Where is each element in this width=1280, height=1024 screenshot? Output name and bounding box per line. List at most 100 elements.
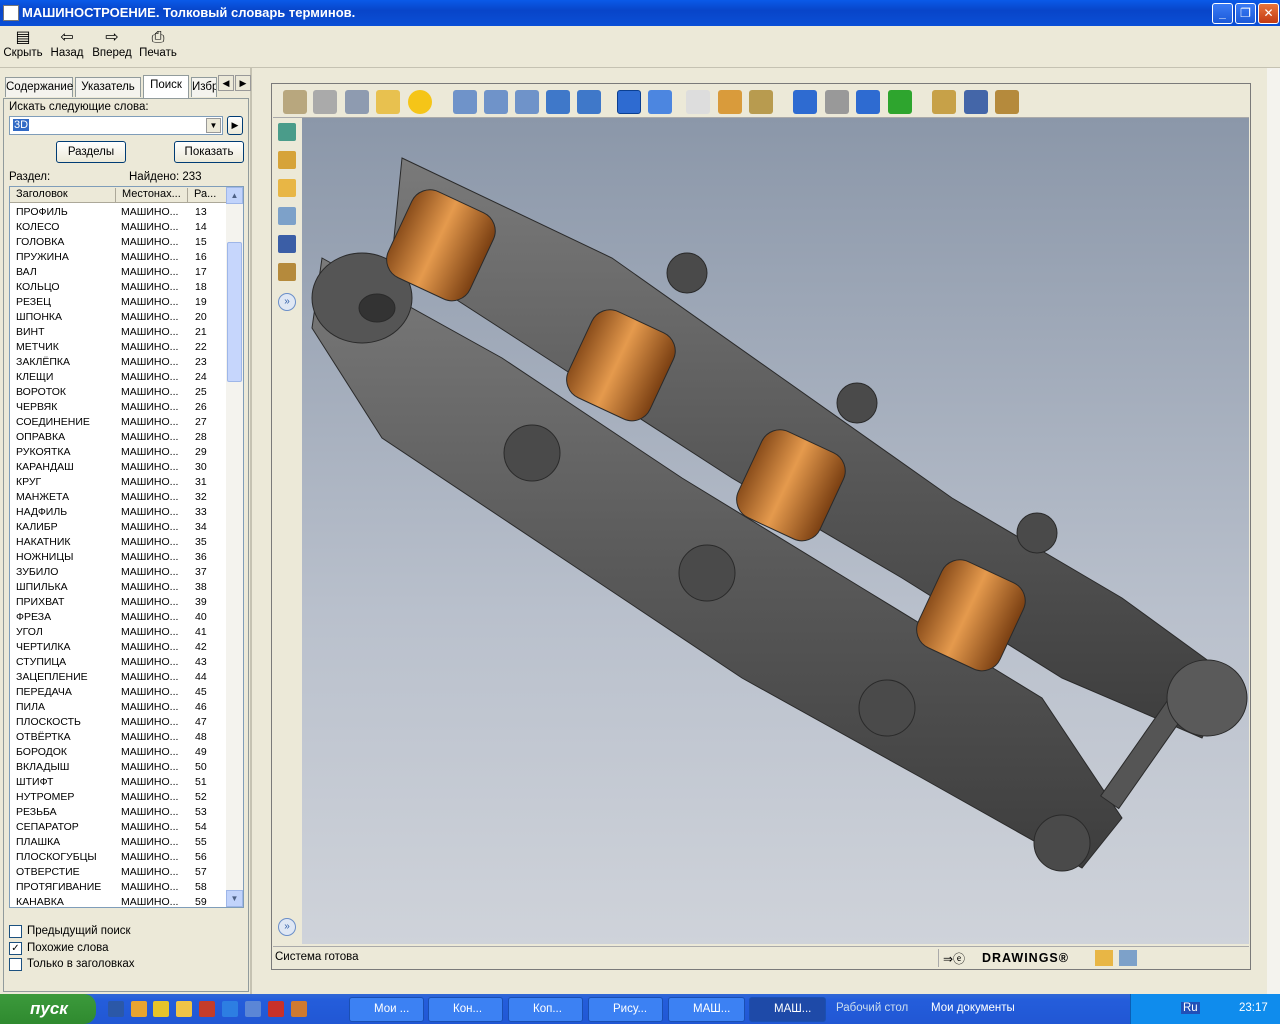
desktop-toolbar-label[interactable]: Рабочий стол [836,1002,908,1014]
play-icon[interactable] [888,90,912,114]
open-icon[interactable] [283,90,307,114]
folder-icon[interactable] [176,1001,192,1017]
list-item[interactable]: ОТВЁРТКА МАШИНО... 48 [10,730,228,745]
list-item[interactable]: ПРИХВАТ МАШИНО... 39 [10,595,228,610]
sheets-icon[interactable] [278,151,296,169]
list-item[interactable]: ОТВЕРСТИЕ МАШИНО... 57 [10,865,228,880]
edrawings-icon[interactable] [291,1001,307,1017]
list-item[interactable]: ВИНТ МАШИНО... 21 [10,325,228,340]
task-risu[interactable]: Рису... [588,997,663,1022]
list-item[interactable]: ПЛАШКА МАШИНО... 55 [10,835,228,850]
my-documents-link[interactable]: Мои документы [913,1002,1015,1014]
content-scrollbar[interactable] [1267,68,1280,994]
zoom-to-fit-icon[interactable] [453,90,477,114]
search-input[interactable]: 3D ▼ [9,116,223,135]
list-item[interactable]: ОПРАВКА МАШИНО... 28 [10,430,228,445]
stamp-tab-icon[interactable] [278,263,296,281]
list-item[interactable]: ШПОНКА МАШИНО... 20 [10,310,228,325]
stop-icon[interactable] [825,90,849,114]
print-button[interactable]: ⎙ Печать [138,29,178,59]
search-menu-button[interactable]: ▶ [227,116,243,135]
shaded-view-icon[interactable] [617,90,641,114]
tab-index[interactable]: Указатель [75,77,141,97]
list-scrollbar[interactable]: ▲ ▼ [226,187,243,907]
list-item[interactable]: ПРОТЯГИВАНИЕ МАШИНО... 58 [10,880,228,895]
maximize-button[interactable]: ❐ [1235,3,1256,24]
rotate-icon[interactable] [546,90,570,114]
prev-search-checkbox[interactable] [9,925,22,938]
task-my-folder[interactable]: Мои ... [349,997,424,1022]
tab-scroll-left-icon[interactable]: ◀ [218,75,234,91]
model-viewport[interactable] [302,118,1249,944]
measure-status-icon[interactable] [1119,950,1137,966]
task-kon[interactable]: Кон... [428,997,503,1022]
home-view-icon[interactable] [718,90,742,114]
list-item[interactable]: КРУГ МАШИНО... 31 [10,475,228,490]
tab-scroll-right-icon[interactable]: ▶ [235,75,251,91]
measure-icon[interactable] [749,90,773,114]
task-kop[interactable]: Коп... [508,997,583,1022]
list-item[interactable]: ВОРОТОК МАШИНО... 25 [10,385,228,400]
back-button[interactable]: ⇦ Назад [49,29,85,59]
last-frame-icon[interactable] [856,90,880,114]
keyboard-layout[interactable]: Ru [1181,1002,1200,1014]
minimize-button[interactable]: _ [1212,3,1233,24]
tab-favorites[interactable]: Избр [191,77,217,97]
list-item[interactable]: ЧЕРТИЛКА МАШИНО... 42 [10,640,228,655]
pencil-status-icon[interactable] [1095,950,1113,966]
components-icon[interactable] [278,123,296,141]
dropdown-arrow-icon[interactable]: ▼ [206,118,221,133]
task-mash-2[interactable]: МАШ... [749,997,826,1022]
list-item[interactable]: РЕЗЬБА МАШИНО... 53 [10,805,228,820]
send-icon[interactable] [376,90,400,114]
column-header-title[interactable]: Заголовок [10,188,116,202]
list-item[interactable]: СЕПАРАТОР МАШИНО... 54 [10,820,228,835]
help-icon[interactable] [408,90,432,114]
task-mash-1[interactable]: МАШ... [668,997,745,1022]
markup-pencil-icon[interactable] [278,179,296,197]
similar-words-checkbox[interactable]: ✓ [9,942,22,955]
save-icon[interactable] [313,90,337,114]
list-item[interactable]: ПРУЖИНА МАШИНО... 16 [10,250,228,265]
show-button[interactable]: Показать [174,141,244,163]
list-item[interactable]: ЗАЦЕПЛЕНИЕ МАШИНО... 44 [10,670,228,685]
list-item[interactable]: КЛЕЩИ МАШИНО... 24 [10,370,228,385]
solidworks-icon[interactable] [268,1001,284,1017]
forward-button[interactable]: ⇨ Вперед [92,29,132,59]
app-quick-icon[interactable] [131,1001,147,1017]
zoom-icon[interactable] [515,90,539,114]
list-item[interactable]: ЧЕРВЯК МАШИНО... 26 [10,400,228,415]
clock[interactable]: 23:17 [1239,1002,1268,1014]
list-item[interactable]: ПИЛА МАШИНО... 46 [10,700,228,715]
list-item[interactable]: ЗУБИЛО МАШИНО... 37 [10,565,228,580]
list-item[interactable]: ВАЛ МАШИНО... 17 [10,265,228,280]
list-item[interactable]: НУТРОМЕР МАШИНО... 52 [10,790,228,805]
zoom-area-icon[interactable] [484,90,508,114]
list-item[interactable]: ПЕРЕДАЧА МАШИНО... 45 [10,685,228,700]
list-item[interactable]: ГОЛОВКА МАШИНО... 15 [10,235,228,250]
list-item[interactable]: ПЛОСКОСТЬ МАШИНО... 47 [10,715,228,730]
pan-icon[interactable] [577,90,601,114]
list-item[interactable]: УГОЛ МАШИНО... 41 [10,625,228,640]
media-icon[interactable] [153,1001,169,1017]
column-header-location[interactable]: Местонах... [116,188,188,202]
list-item[interactable]: НАДФИЛЬ МАШИНО... 33 [10,505,228,520]
list-item[interactable]: КАРАНДАШ МАШИНО... 30 [10,460,228,475]
list-item[interactable]: КОЛЬЦО МАШИНО... 18 [10,280,228,295]
tab-contents[interactable]: Содержание [5,77,73,97]
start-button[interactable]: пуск [0,994,96,1024]
markup-measure-icon[interactable] [932,90,956,114]
list-item[interactable]: РУКОЯТКА МАШИНО... 29 [10,445,228,460]
expand-chevron-icon[interactable]: » [278,293,296,311]
list-item[interactable]: ФРЕЗА МАШИНО... 40 [10,610,228,625]
list-item[interactable]: РЕЗЕЦ МАШИНО... 19 [10,295,228,310]
titles-only-checkbox[interactable] [9,958,22,971]
expand-bottom-chevron-icon[interactable]: » [278,918,296,936]
section-icon[interactable] [964,90,988,114]
list-item[interactable]: КАНАВКА МАШИНО... 59 [10,895,228,907]
app-red-icon[interactable] [199,1001,215,1017]
scroll-up-icon[interactable]: ▲ [226,187,243,204]
list-item[interactable]: МЕТЧИК МАШИНО... 22 [10,340,228,355]
list-item[interactable]: ПРОФИЛЬ МАШИНО... 13 [10,205,228,220]
select-cursor-icon[interactable] [686,90,710,114]
